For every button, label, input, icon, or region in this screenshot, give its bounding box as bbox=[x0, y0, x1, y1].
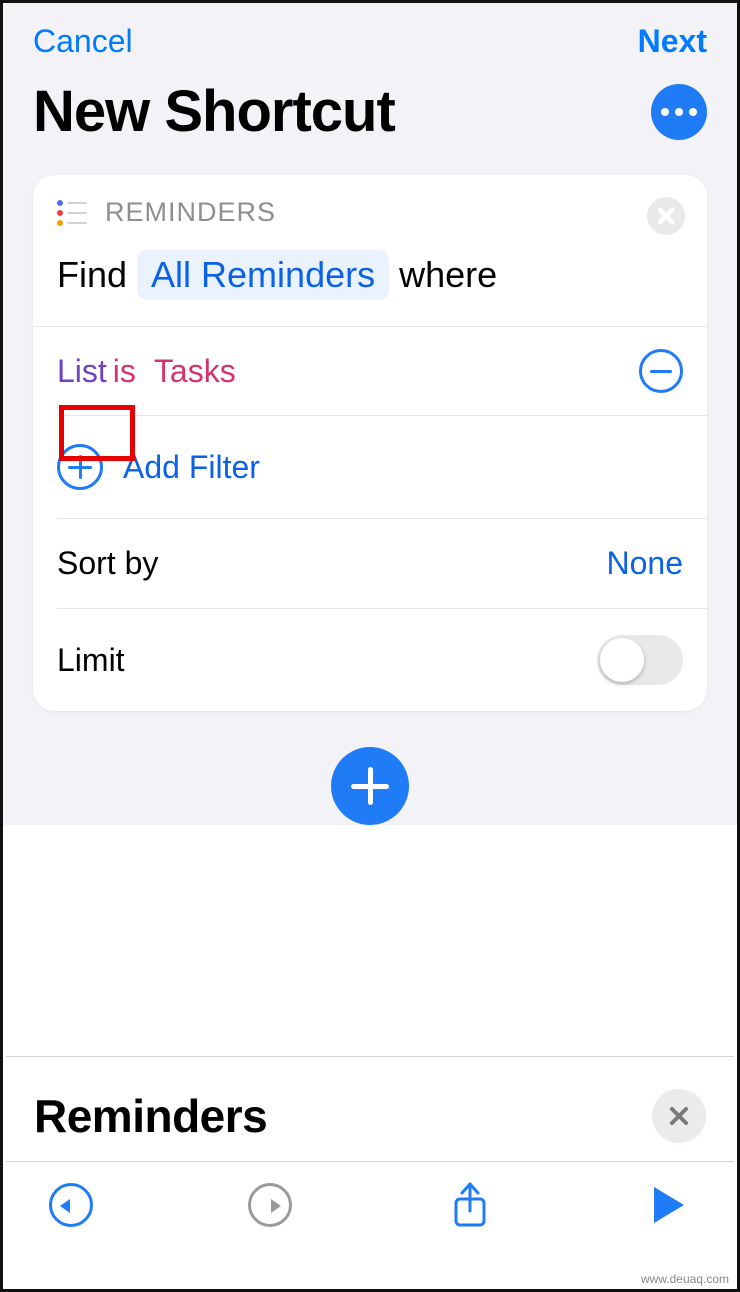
more-button[interactable] bbox=[651, 84, 707, 140]
undo-button[interactable] bbox=[46, 1180, 96, 1230]
add-filter-row[interactable]: Add Filter bbox=[33, 416, 707, 518]
reminders-app-icon bbox=[57, 198, 87, 228]
filter-field-token[interactable]: List bbox=[57, 353, 107, 390]
redo-button[interactable] bbox=[245, 1180, 295, 1230]
card-header: REMINDERS bbox=[33, 175, 707, 238]
plus-icon bbox=[57, 444, 103, 490]
close-icon bbox=[668, 1105, 690, 1127]
app-frame: Cancel Next New Shortcut REMINDERS bbox=[0, 0, 740, 1292]
close-icon bbox=[657, 207, 675, 225]
bottom-sheet: Reminders bbox=[6, 1056, 734, 1286]
sort-by-label: Sort by bbox=[57, 545, 158, 582]
watermark: www.deuaq.com bbox=[641, 1272, 729, 1286]
filter-operator-token[interactable]: is bbox=[113, 353, 136, 390]
remove-action-button[interactable] bbox=[647, 197, 685, 235]
filter-value-token[interactable]: Tasks bbox=[154, 353, 236, 390]
cancel-button[interactable]: Cancel bbox=[33, 23, 133, 60]
sheet-title: Reminders bbox=[34, 1089, 267, 1143]
title-row: New Shortcut bbox=[3, 68, 737, 175]
scope-token[interactable]: All Reminders bbox=[137, 250, 389, 300]
limit-row: Limit bbox=[33, 609, 707, 711]
share-button[interactable] bbox=[445, 1180, 495, 1230]
app-label: REMINDERS bbox=[105, 197, 276, 228]
sheet-header: Reminders bbox=[6, 1057, 734, 1161]
ellipsis-icon bbox=[661, 108, 669, 116]
play-icon bbox=[654, 1187, 684, 1223]
sort-by-row[interactable]: Sort by None bbox=[33, 519, 707, 608]
add-action-button[interactable] bbox=[331, 747, 409, 825]
next-button[interactable]: Next bbox=[638, 23, 707, 60]
nav-bar: Cancel Next bbox=[3, 3, 737, 68]
share-icon bbox=[450, 1181, 490, 1229]
toggle-knob bbox=[600, 638, 644, 682]
limit-toggle[interactable] bbox=[597, 635, 683, 685]
add-filter-label: Add Filter bbox=[123, 449, 260, 486]
top-area: Cancel Next New Shortcut REMINDERS bbox=[3, 3, 737, 825]
sort-by-value: None bbox=[607, 545, 684, 582]
redo-icon bbox=[248, 1183, 292, 1227]
filter-row: List is Tasks bbox=[33, 327, 707, 415]
page-title: New Shortcut bbox=[33, 78, 395, 145]
remove-filter-button[interactable] bbox=[639, 349, 683, 393]
run-button[interactable] bbox=[644, 1180, 694, 1230]
limit-label: Limit bbox=[57, 642, 125, 679]
reminders-action-card: REMINDERS Find All Reminders where List … bbox=[33, 175, 707, 711]
sheet-close-button[interactable] bbox=[652, 1089, 706, 1143]
undo-icon bbox=[49, 1183, 93, 1227]
find-label: Find bbox=[57, 254, 127, 296]
where-label: where bbox=[399, 254, 497, 296]
toolbar bbox=[6, 1161, 734, 1247]
query-row: Find All Reminders where bbox=[33, 238, 707, 326]
